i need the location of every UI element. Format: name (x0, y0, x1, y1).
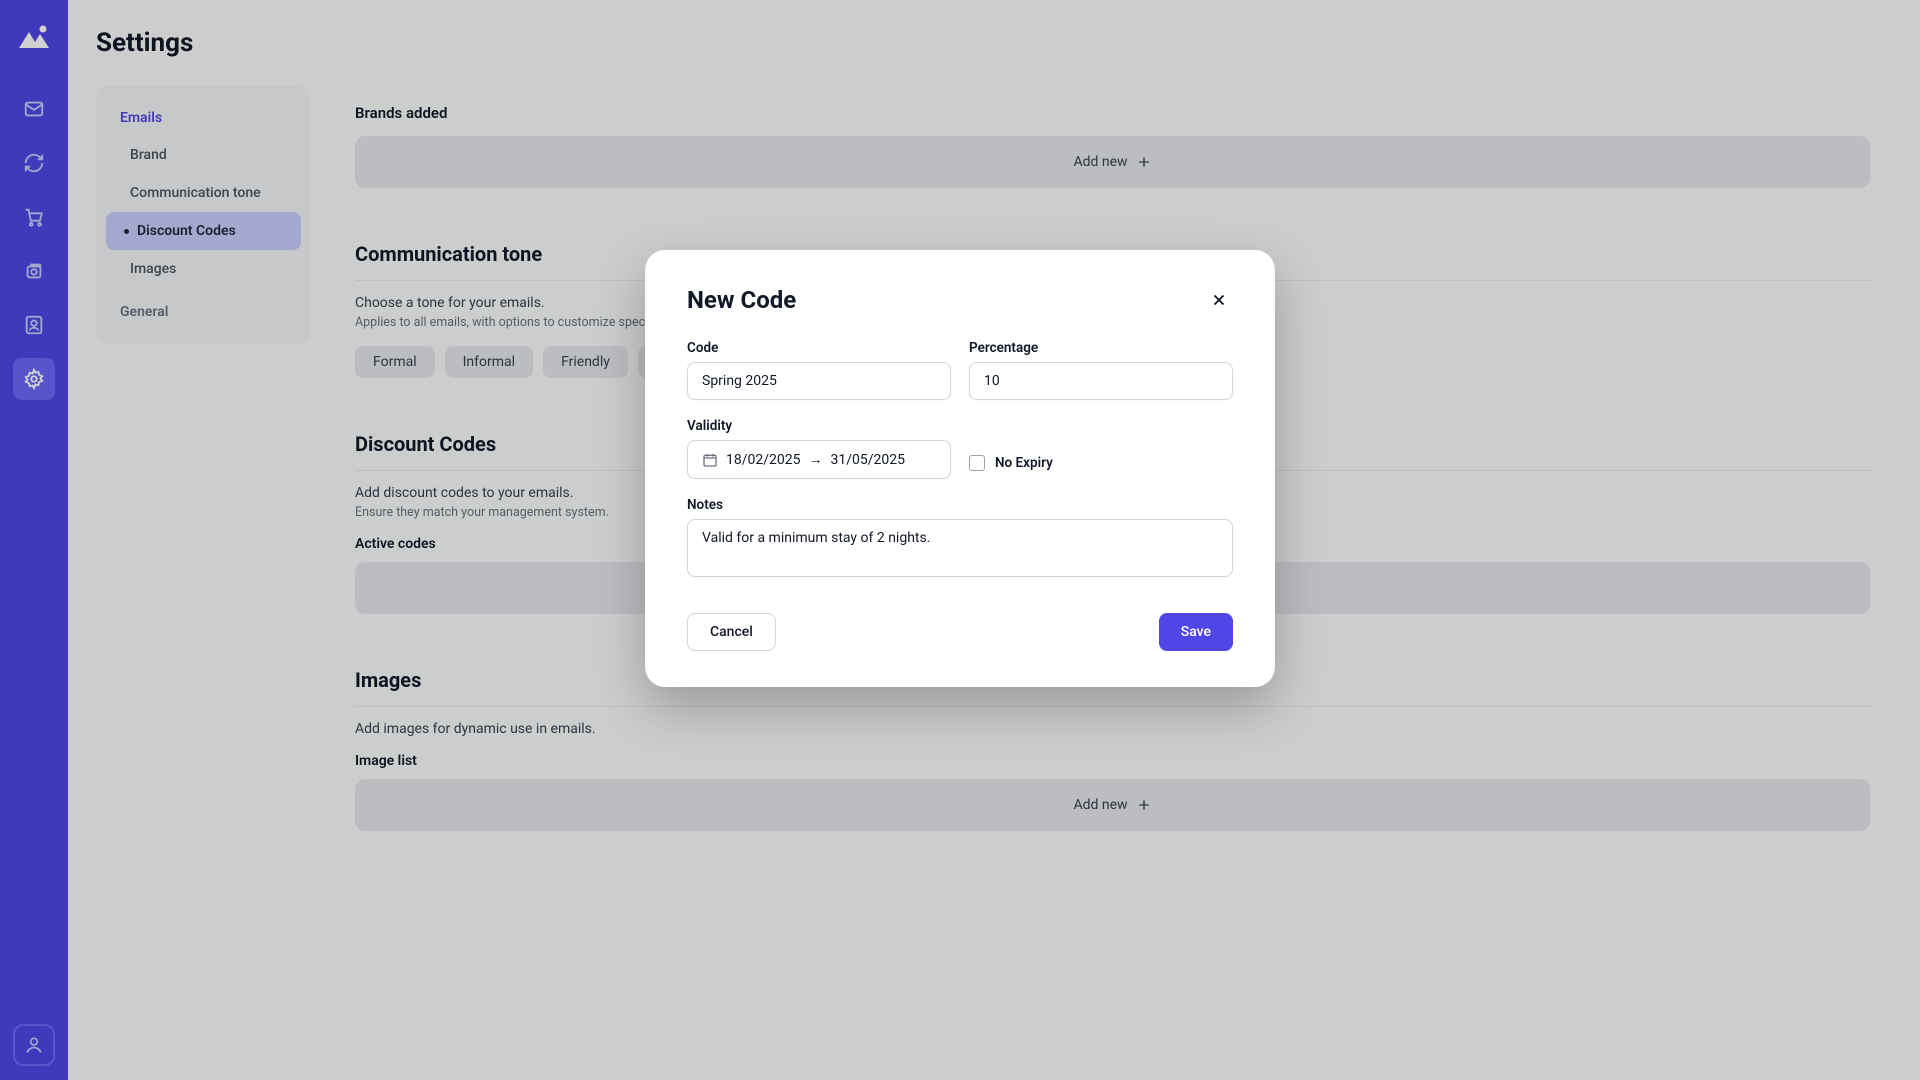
notes-input[interactable] (687, 519, 1233, 577)
code-label: Code (687, 340, 951, 356)
close-button[interactable] (1205, 286, 1233, 314)
date-arrow: → (809, 451, 823, 468)
date-end: 31/05/2025 (831, 452, 906, 468)
modal-title: New Code (687, 286, 796, 314)
percentage-label: Percentage (969, 340, 1233, 356)
date-start: 18/02/2025 (726, 452, 801, 468)
notes-label: Notes (687, 497, 1233, 513)
no-expiry-label: No Expiry (995, 455, 1053, 471)
validity-label: Validity (687, 418, 951, 434)
no-expiry-checkbox[interactable] (969, 455, 985, 471)
new-code-modal: New Code Code Percentage Validity 18/02/… (645, 250, 1275, 687)
save-button[interactable]: Save (1159, 613, 1233, 651)
calendar-icon (702, 452, 718, 468)
cancel-button[interactable]: Cancel (687, 613, 776, 651)
code-input[interactable] (687, 362, 951, 400)
validity-date-picker[interactable]: 18/02/2025 → 31/05/2025 (687, 440, 951, 479)
percentage-input[interactable] (969, 362, 1233, 400)
close-icon (1210, 291, 1228, 309)
